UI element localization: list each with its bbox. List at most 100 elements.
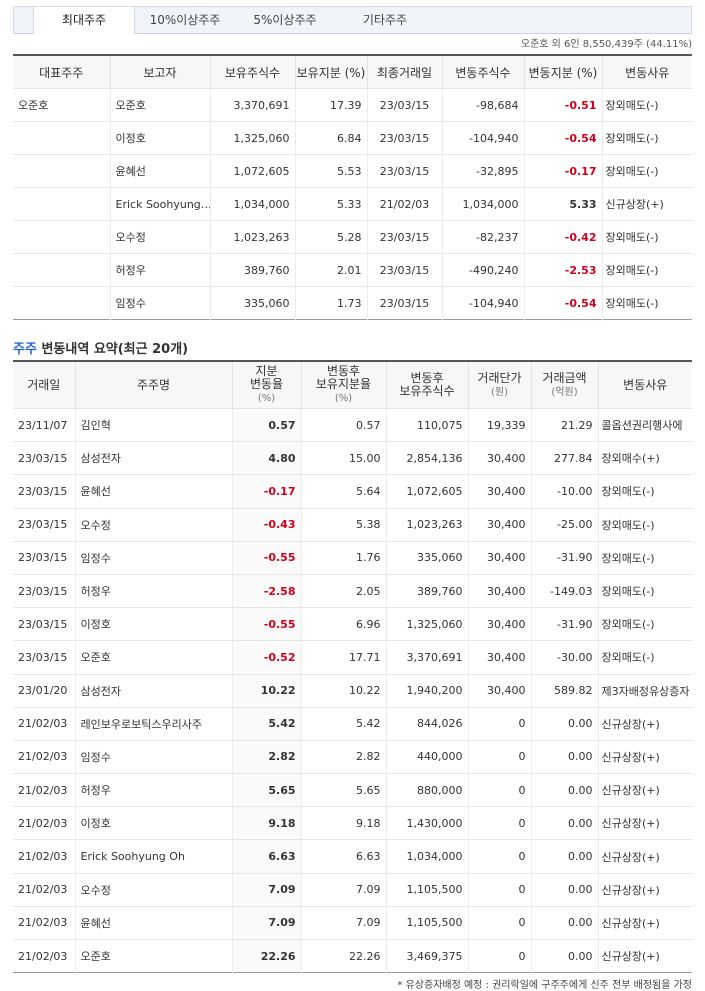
ownership-change-pct: -0.51 bbox=[523, 88, 602, 122]
trade-date: 21/02/03 bbox=[13, 706, 75, 741]
change-reason: 장외매도(-) bbox=[597, 640, 692, 674]
trade-amount: -149.03 bbox=[530, 573, 598, 608]
change-rate: 10.22 bbox=[231, 673, 301, 708]
representative-cell bbox=[13, 253, 110, 287]
tab-other-shareholder[interactable]: 기타주주 bbox=[335, 7, 435, 33]
shareholder-name: 오수정 bbox=[74, 507, 232, 542]
last-trade-date: 21/02/03 bbox=[366, 187, 442, 221]
representative-cell: 오준호 bbox=[13, 88, 110, 122]
change-rate: -0.55 bbox=[231, 607, 301, 641]
shares-held: 1,072,605 bbox=[209, 154, 295, 188]
change-rate: 4.80 bbox=[231, 441, 301, 475]
shareholder-name: 오준호 bbox=[74, 938, 232, 973]
shares-held: 389,760 bbox=[209, 253, 295, 287]
tab-10pct-shareholder[interactable]: 10%이상주주 bbox=[135, 7, 235, 33]
shareholder-name: 허정우 bbox=[74, 773, 232, 807]
change-reason: 신규상장(+) bbox=[601, 187, 692, 221]
trade-amount: -31.90 bbox=[530, 540, 598, 575]
trade-price: 0 bbox=[467, 839, 531, 874]
shareholder-panel: 최대주주 10%이상주주 5%이상주주 기타주주 오준호 외 6인 8,550,… bbox=[13, 6, 692, 991]
change-reason: 신규상장(+) bbox=[597, 806, 692, 840]
table-row: 23/03/15 오수정 -0.43 5.38 1,023,263 30,400 -25.0… bbox=[13, 507, 692, 542]
change-col-header: 변동사유 bbox=[597, 361, 692, 409]
reporter-name: 오수정 bbox=[109, 220, 210, 254]
table-row: 23/03/15 임정수 -0.55 1.76 335,060 30,400 -31.90 장… bbox=[13, 540, 692, 575]
shares-changed: -490,240 bbox=[441, 253, 524, 287]
table-row: 21/02/03 오준호 22.26 22.26 3,469,375 0 0.00 신규상장(… bbox=[13, 938, 692, 973]
trade-date: 23/01/20 bbox=[13, 673, 75, 708]
header-label: 변동후 보유주식수 bbox=[399, 371, 455, 398]
change-reason: 장외매도(-) bbox=[597, 573, 692, 608]
major-col-header: 보유주식수 bbox=[209, 55, 295, 89]
shares-held: 1,325,060 bbox=[209, 121, 295, 155]
shareholder-name: 임정수 bbox=[74, 540, 232, 575]
change-reason: 콜옵션권리행사에 bbox=[597, 407, 692, 442]
change-reason: 신규상장(+) bbox=[597, 773, 692, 807]
post-shares-held: 3,370,691 bbox=[385, 640, 468, 674]
post-ownership-pct: 6.96 bbox=[300, 607, 386, 641]
trade-date: 23/03/15 bbox=[13, 507, 75, 542]
change-col-header: 거래단가 (원) bbox=[467, 361, 531, 409]
table-row: 23/03/15 삼성전자 4.80 15.00 2,854,136 30,400 277.… bbox=[13, 441, 692, 475]
major-col-header: 최종거래일 bbox=[366, 55, 442, 89]
trade-date: 21/02/03 bbox=[13, 739, 75, 774]
trade-date: 23/03/15 bbox=[13, 474, 75, 509]
ownership-change-pct: -2.53 bbox=[523, 253, 602, 287]
tab-largest-shareholder[interactable]: 최대주주 bbox=[33, 7, 135, 34]
post-shares-held: 389,760 bbox=[385, 573, 468, 608]
trade-amount: 0.00 bbox=[530, 938, 598, 973]
reporter-name: 임정수 bbox=[109, 286, 210, 320]
change-rate: 5.65 bbox=[231, 773, 301, 807]
change-rate: 22.26 bbox=[231, 938, 301, 973]
trade-date: 21/02/03 bbox=[13, 773, 75, 807]
trade-amount: 21.29 bbox=[530, 407, 598, 442]
header-label: 거래일 bbox=[27, 377, 61, 392]
post-shares-held: 440,000 bbox=[385, 739, 468, 774]
post-ownership-pct: 7.09 bbox=[300, 905, 386, 940]
trade-price: 0 bbox=[467, 739, 531, 774]
trade-date: 23/11/07 bbox=[13, 407, 75, 442]
post-shares-held: 1,325,060 bbox=[385, 607, 468, 641]
shareholder-name: 윤혜선 bbox=[74, 905, 232, 940]
representative-cell bbox=[13, 220, 110, 254]
change-reason: 장외매도(-) bbox=[597, 607, 692, 641]
major-shareholder-table: 대표주주 보고자 보유주식수 보유지분 (%) 최종거래일 변동주식수 변동지분 (%) 변동… bbox=[13, 54, 692, 320]
change-reason: 신규상장(+) bbox=[597, 905, 692, 940]
change-rate: -0.43 bbox=[231, 507, 301, 542]
change-reason: 제3자배정유상증자 bbox=[597, 673, 692, 708]
change-rate: 7.09 bbox=[231, 905, 301, 940]
trade-date: 23/03/15 bbox=[13, 607, 75, 641]
table-row: 23/03/15 이정호 -0.55 6.96 1,325,060 30,400 -31.9… bbox=[13, 607, 692, 641]
header-label: 변동후 보유지분율 bbox=[315, 364, 372, 391]
post-ownership-pct: 5.42 bbox=[300, 706, 386, 741]
change-reason: 신규상장(+) bbox=[597, 706, 692, 741]
tab-5pct-shareholder[interactable]: 5%이상주주 bbox=[235, 7, 335, 33]
table-row: 허정우 389,760 2.01 23/03/15 -490,240 -2.53 장외매도(… bbox=[13, 253, 692, 287]
post-ownership-pct: 2.82 bbox=[300, 739, 386, 774]
change-col-header: 거래일 bbox=[13, 361, 75, 409]
trade-amount: 0.00 bbox=[530, 706, 598, 741]
table-row: 21/02/03 이정호 9.18 9.18 1,430,000 0 0.00 신규상장(+) bbox=[13, 806, 692, 840]
post-ownership-pct: 0.57 bbox=[300, 407, 386, 442]
trade-date: 21/02/03 bbox=[13, 872, 75, 907]
trade-amount: 0.00 bbox=[530, 739, 598, 774]
shareholder-name: 임정수 bbox=[74, 739, 232, 774]
header-label: 변동사유 bbox=[623, 377, 668, 392]
post-ownership-pct: 2.05 bbox=[300, 573, 386, 608]
trade-amount: -31.90 bbox=[530, 607, 598, 641]
trade-date: 21/02/03 bbox=[13, 806, 75, 840]
change-reason: 장외매도(-) bbox=[601, 121, 692, 155]
trade-price: 0 bbox=[467, 872, 531, 907]
table-row: 오준호 오준호 3,370,691 17.39 23/03/15 -98,684 -0.51… bbox=[13, 88, 692, 122]
major-col-header: 변동지분 (%) bbox=[523, 55, 602, 89]
reporter-name: 윤혜선 bbox=[109, 154, 210, 188]
representative-cell bbox=[13, 154, 110, 188]
trade-amount: -25.00 bbox=[530, 507, 598, 542]
header-unit: (억원) bbox=[551, 386, 578, 398]
reporter-name: Erick Soohyung… bbox=[109, 187, 210, 221]
trade-price: 19,339 bbox=[467, 407, 531, 442]
trade-price: 0 bbox=[467, 706, 531, 741]
table-row: Erick Soohyung… 1,034,000 5.33 21/02/03 1,03… bbox=[13, 187, 692, 221]
major-col-header: 변동사유 bbox=[601, 55, 692, 89]
trade-price: 30,400 bbox=[467, 474, 531, 509]
